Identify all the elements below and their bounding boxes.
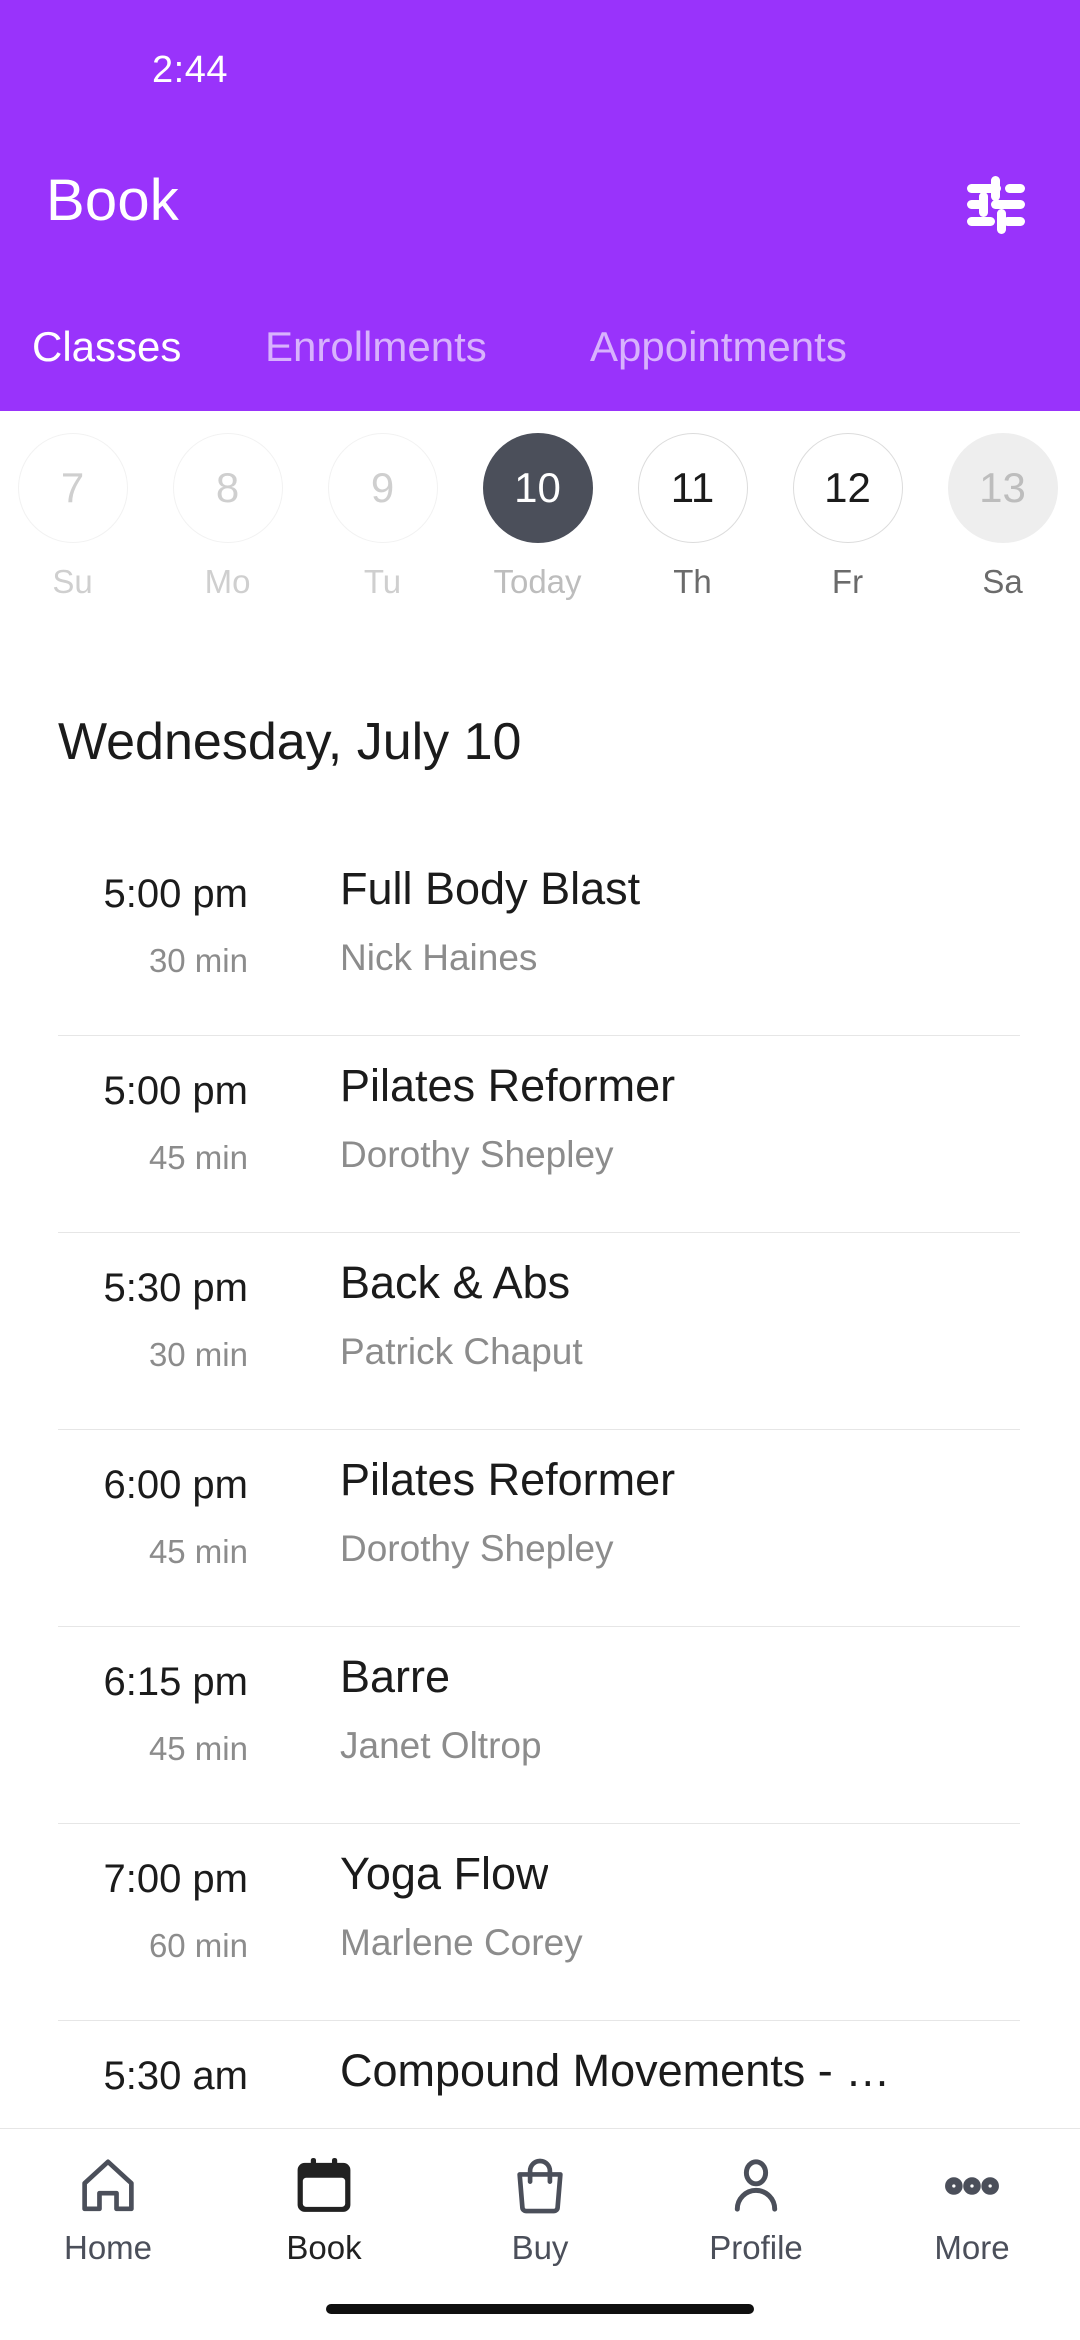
date-weekday-label: Fr: [831, 563, 864, 600]
class-list-item[interactable]: 5:00 pm 45 min Pilates Reformer Dorothy …: [0, 1035, 1080, 1232]
class-duration: 45 min: [148, 1730, 248, 1767]
date-cell-7[interactable]: 7 Su: [0, 433, 150, 648]
date-cell-9[interactable]: 9 Tu: [305, 433, 460, 648]
tab-appointments[interactable]: Appointments: [590, 302, 847, 392]
class-list[interactable]: 5:00 pm 30 min Full Body Blast Nick Hain…: [0, 838, 1080, 2128]
header-tabs: Classes Enrollments Appointments: [0, 302, 1080, 392]
nav-item-more[interactable]: More: [864, 2147, 1080, 2297]
dots-icon: [939, 2147, 1005, 2225]
schedule-date-heading: Wednesday, July 10: [58, 713, 522, 771]
class-list-item[interactable]: 5:00 pm 30 min Full Body Blast Nick Hain…: [0, 838, 1080, 1035]
class-start-time: 5:30 pm: [103, 1266, 248, 1310]
nav-label: Home: [63, 2229, 153, 2266]
status-bar: 2:44: [0, 44, 1080, 96]
date-circle: 13: [947, 433, 1058, 543]
class-name: Pilates Reformer: [340, 1061, 676, 1111]
tab-classes[interactable]: Classes: [32, 302, 181, 392]
nav-label: More: [934, 2229, 1010, 2266]
date-circle: 9: [327, 433, 438, 543]
date-weekday-label: Today: [493, 563, 582, 600]
class-staff: Dorothy Shepley: [340, 1134, 614, 1175]
home-indicator: [326, 2304, 754, 2314]
nav-item-book[interactable]: Book: [216, 2147, 432, 2297]
class-list-item[interactable]: 6:15 pm 45 min Barre Janet Oltrop: [0, 1626, 1080, 1823]
nav-label: Buy: [511, 2229, 569, 2266]
status-bar-clock: 2:44: [152, 49, 228, 91]
class-name: Compound Movements - …: [340, 2046, 891, 2096]
date-cell-10-today[interactable]: 10 Today: [460, 433, 615, 648]
class-staff: Dorothy Shepley: [340, 1528, 614, 1569]
class-name: Pilates Reformer: [340, 1455, 676, 1505]
person-icon: [723, 2147, 789, 2225]
date-weekday-label: Sa: [982, 563, 1023, 600]
date-cell-8[interactable]: 8 Mo: [150, 433, 305, 648]
date-cell-12[interactable]: 12 Fr: [770, 433, 925, 648]
tune-icon: [965, 176, 1027, 234]
class-start-time: 7:00 pm: [103, 1857, 248, 1901]
nav-label: Profile: [709, 2229, 803, 2266]
class-duration: 45 min: [148, 1139, 248, 1176]
class-list-item[interactable]: 5:30 pm 30 min Back & Abs Patrick Chaput: [0, 1232, 1080, 1429]
class-name: Back & Abs: [340, 1258, 571, 1308]
app-bar: Book: [0, 150, 1080, 260]
class-start-time: 5:30 am: [103, 2054, 248, 2098]
class-duration: 60 min: [148, 1927, 248, 1964]
class-list-item[interactable]: 5:30 am Compound Movements - …: [0, 2020, 1080, 2128]
class-list-item[interactable]: 7:00 pm 60 min Yoga Flow Marlene Corey: [0, 1823, 1080, 2020]
bag-icon: [507, 2147, 573, 2225]
class-name: Yoga Flow: [340, 1849, 549, 1899]
filter-button[interactable]: [960, 172, 1032, 238]
class-start-time: 5:00 pm: [103, 872, 248, 916]
row-divider: [58, 1232, 1020, 1233]
nav-label: Book: [286, 2229, 362, 2266]
class-list-item[interactable]: 6:00 pm 45 min Pilates Reformer Dorothy …: [0, 1429, 1080, 1626]
home-icon: [75, 2147, 141, 2225]
date-cell-13[interactable]: 13 Sa: [925, 433, 1080, 648]
class-start-time: 6:00 pm: [103, 1463, 248, 1507]
date-circle: 10: [482, 433, 593, 543]
date-weekday-label: Th: [673, 563, 712, 600]
class-duration: 30 min: [148, 1336, 248, 1373]
date-circle: 12: [792, 433, 903, 543]
class-duration: 45 min: [148, 1533, 248, 1570]
nav-item-home[interactable]: Home: [0, 2147, 216, 2297]
row-divider: [58, 1823, 1020, 1824]
class-staff: Nick Haines: [340, 937, 538, 978]
class-staff: Janet Oltrop: [340, 1725, 542, 1766]
class-staff: Patrick Chaput: [340, 1331, 583, 1372]
page-title: Book: [46, 168, 179, 233]
class-start-time: 6:15 pm: [103, 1660, 248, 1704]
date-weekday-label: Mo: [204, 563, 251, 600]
class-duration: 30 min: [148, 942, 248, 979]
bottom-navigation: Home Book Buy Profile More: [0, 2128, 1080, 2340]
date-strip[interactable]: 7 Su 8 Mo 9 Tu 10 Today 11 Th 12 Fr 13 S…: [0, 411, 1080, 666]
date-weekday-label: Tu: [363, 563, 402, 600]
class-start-time: 5:00 pm: [103, 1069, 248, 1113]
calendar-icon: [291, 2147, 357, 2225]
class-name: Full Body Blast: [340, 864, 641, 914]
row-divider: [58, 1429, 1020, 1430]
class-staff: Marlene Corey: [340, 1922, 583, 1963]
row-divider: [58, 1626, 1020, 1627]
nav-item-profile[interactable]: Profile: [648, 2147, 864, 2297]
tab-enrollments[interactable]: Enrollments: [265, 302, 487, 392]
row-divider: [58, 1035, 1020, 1036]
app-root: 2:44 Book Classes Enrollments Appointmen…: [0, 0, 1080, 2340]
date-cell-11[interactable]: 11 Th: [615, 433, 770, 648]
date-circle: 11: [637, 433, 748, 543]
row-divider: [58, 2020, 1020, 2021]
date-weekday-label: Su: [52, 563, 93, 600]
date-circle: 7: [17, 433, 128, 543]
date-circle: 8: [172, 433, 283, 543]
app-header: 2:44 Book Classes Enrollments Appointmen…: [0, 0, 1080, 411]
class-name: Barre: [340, 1652, 451, 1702]
nav-item-buy[interactable]: Buy: [432, 2147, 648, 2297]
